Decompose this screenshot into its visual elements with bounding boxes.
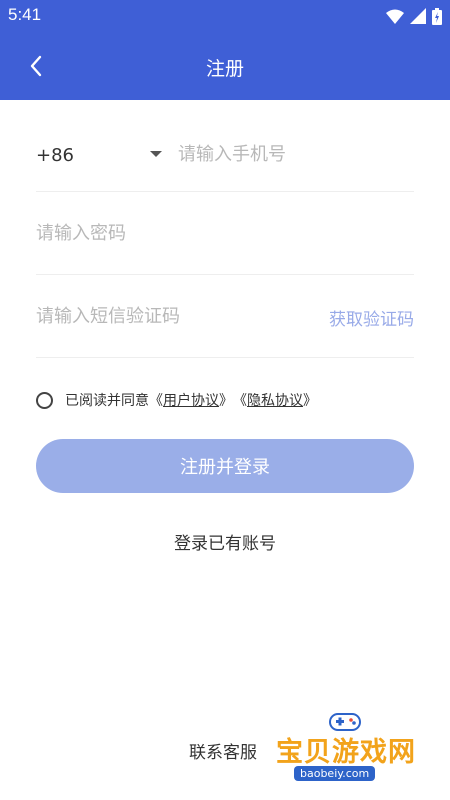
country-code[interactable]: +86 [36,145,74,166]
quote-open: 《 [149,393,163,409]
agreement-prefix: 已阅读并同意 [65,393,149,409]
quote-close: 》 [219,393,233,409]
get-code-button[interactable]: 获取验证码 [329,305,414,330]
phone-row: +86 [36,118,414,192]
sms-code-input[interactable] [36,275,306,357]
phone-input[interactable] [178,118,414,191]
register-login-button[interactable]: 注册并登录 [36,439,414,493]
watermark-url: baobeiy.com [294,766,376,781]
privacy-policy-link[interactable]: 隐私协议 [247,390,303,410]
agreement-row: 已阅读并同意 《 用户协议 》 《 隐私协议 》 [36,389,317,411]
password-input[interactable] [36,192,414,274]
signal-icon [410,8,426,24]
contact-service-link[interactable]: 联系客服 [189,738,257,763]
watermark-name: 宝贝游戏网 [276,737,416,768]
watermark-logo: 宝贝游戏网 baobeiy.com [268,710,418,788]
battery-icon [432,7,442,25]
sms-code-row: 获取验证码 [36,275,414,358]
quote-close: 》 [303,393,317,409]
status-time: 5:41 [8,5,42,24]
navbar: 注册 [0,36,450,100]
wifi-icon [386,9,404,24]
login-existing-account-link[interactable]: 登录已有账号 [0,529,450,554]
register-form: +86 获取验证码 [36,118,414,358]
agreement-radio[interactable] [36,391,53,409]
page-title: 注册 [205,58,244,80]
caret-down-icon[interactable] [150,151,162,157]
user-agreement-link[interactable]: 用户协议 [163,390,219,410]
password-row [36,192,414,275]
app-header: 5:41 注册 [0,0,450,100]
status-bar: 5:41 [0,0,450,32]
status-icons [386,7,442,25]
quote-open: 《 [233,393,247,409]
